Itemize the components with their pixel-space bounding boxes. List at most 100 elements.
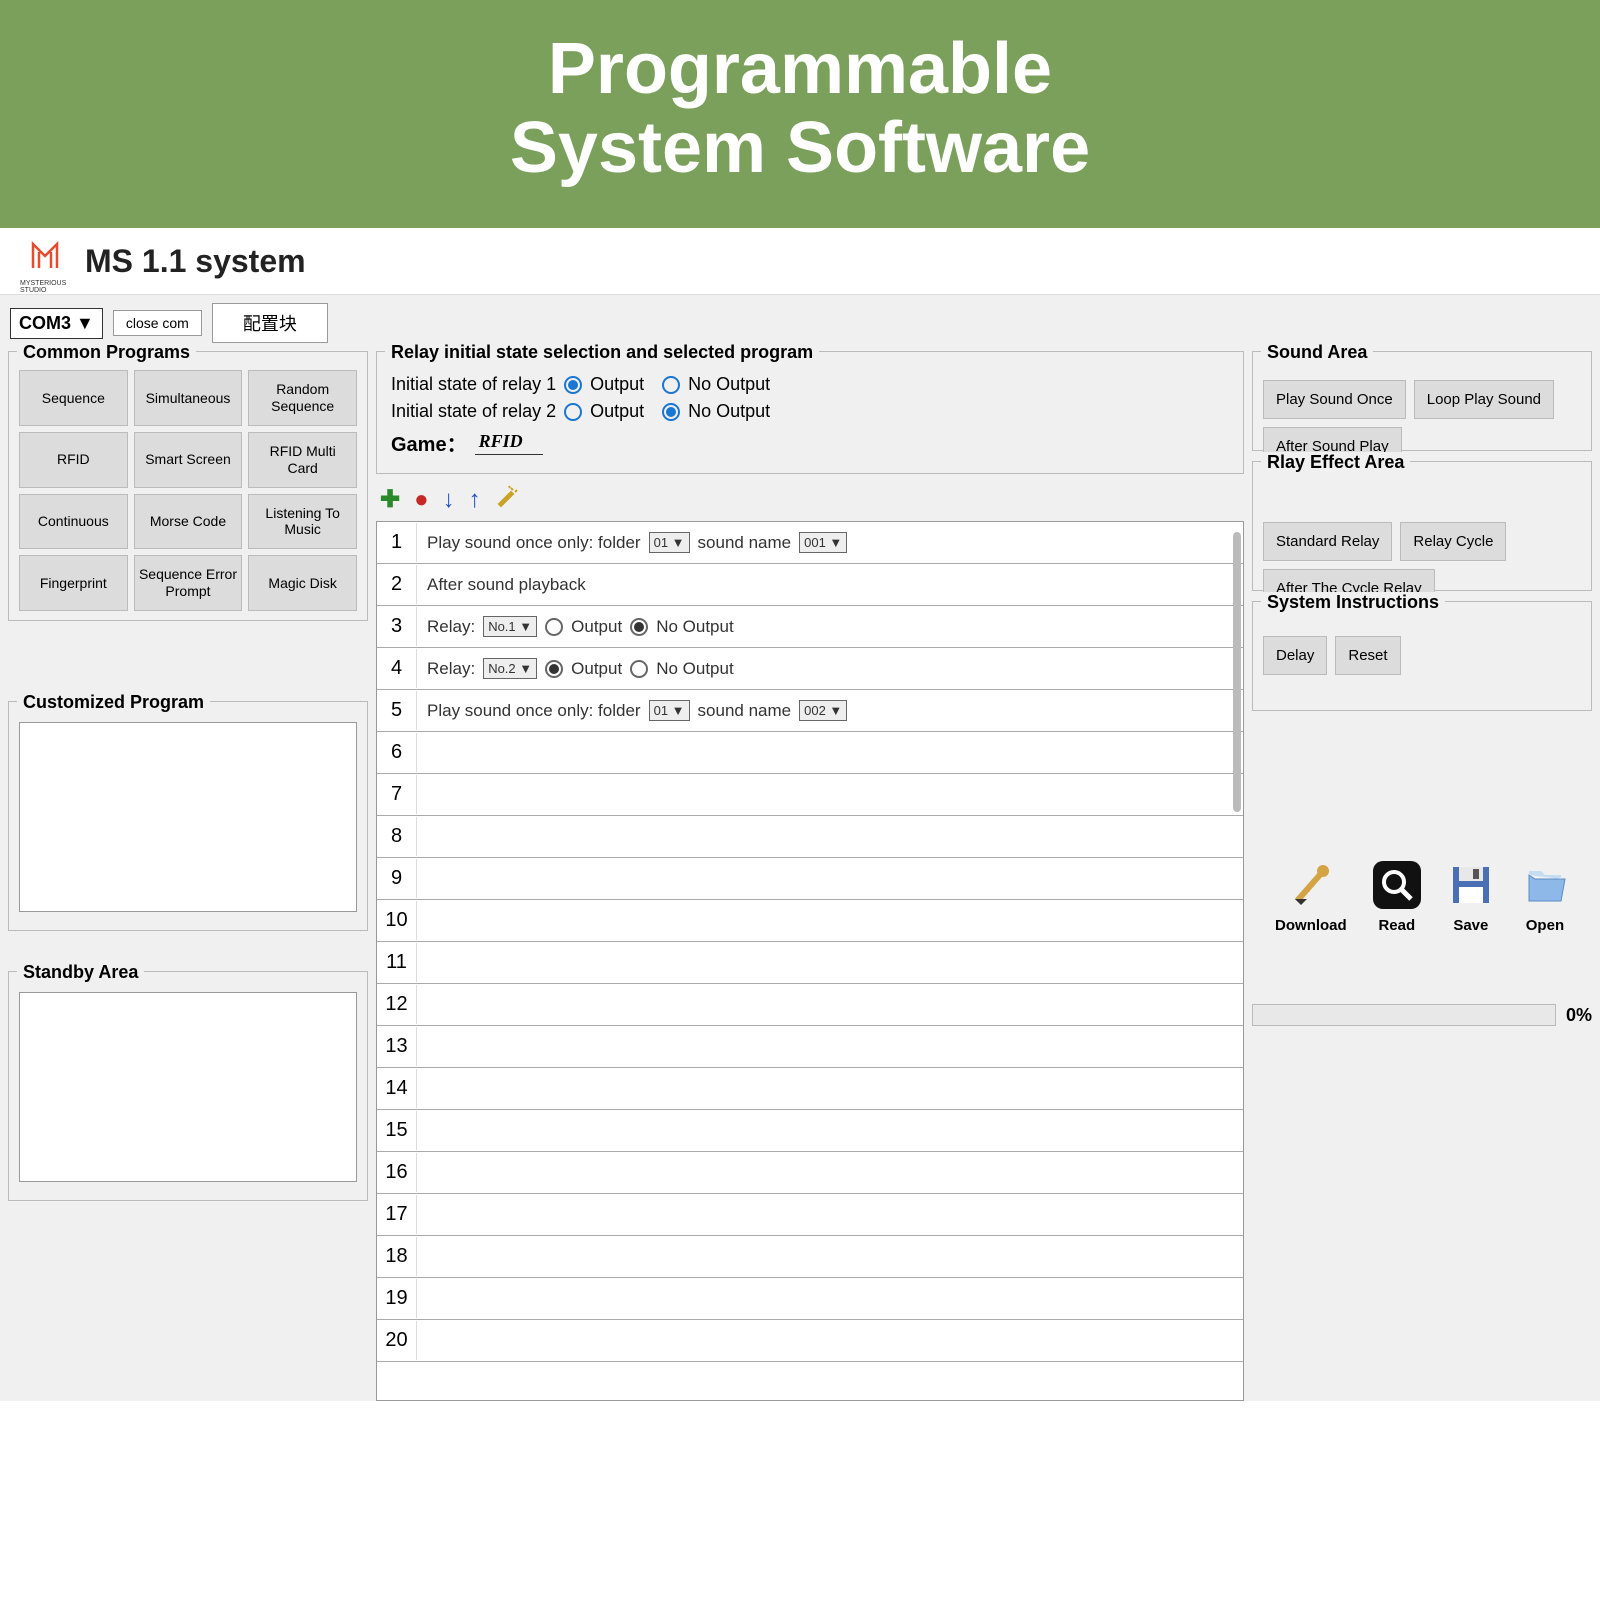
download-label: Download: [1275, 917, 1347, 934]
app-title: MS 1.1 system: [85, 243, 306, 280]
step-row-5[interactable]: 5Play sound once only: folder 01 ▼ sound…: [377, 690, 1243, 732]
step-content: [417, 1039, 1243, 1055]
sound-area-title: Sound Area: [1261, 342, 1373, 363]
relay2-nooutput-label: No Output: [688, 401, 770, 422]
game-label: Game：: [391, 428, 467, 457]
close-com-button[interactable]: close com: [113, 310, 202, 336]
program-button-0[interactable]: Sequence: [19, 370, 128, 426]
step-num: 6: [377, 733, 417, 772]
step-row-4[interactable]: 4Relay: No.2 ▼ Output No Output: [377, 648, 1243, 690]
move-up-icon[interactable]: ↑: [469, 486, 481, 514]
step-row-8[interactable]: 8: [377, 816, 1243, 858]
relay1-nooutput-radio[interactable]: [662, 376, 680, 394]
sound-btn-1[interactable]: Loop Play Sound: [1414, 380, 1554, 419]
step-row-1[interactable]: 1Play sound once only: folder 01 ▼ sound…: [377, 522, 1243, 564]
step-row-17[interactable]: 17: [377, 1194, 1243, 1236]
step-row-16[interactable]: 16: [377, 1152, 1243, 1194]
step-num: 11: [377, 943, 417, 982]
step-row-20[interactable]: 20: [377, 1320, 1243, 1362]
step-row-11[interactable]: 11: [377, 942, 1243, 984]
program-button-11[interactable]: Magic Disk: [248, 555, 357, 611]
step-num: 7: [377, 775, 417, 814]
save-button[interactable]: Save: [1447, 861, 1495, 934]
step-num: 16: [377, 1153, 417, 1192]
folder-select[interactable]: 01 ▼: [649, 700, 690, 721]
step-table[interactable]: 1Play sound once only: folder 01 ▼ sound…: [376, 521, 1244, 1401]
step-row-19[interactable]: 19: [377, 1278, 1243, 1320]
step-toolbar: ✚ ● ↓ ↑: [376, 478, 1244, 521]
step-row-12[interactable]: 12: [377, 984, 1243, 1026]
sound-select[interactable]: 002 ▼: [799, 700, 847, 721]
step-num: 20: [377, 1321, 417, 1360]
step-num: 5: [377, 691, 417, 730]
config-button[interactable]: 配置块: [212, 303, 328, 343]
standby-area-box[interactable]: [19, 992, 357, 1182]
remove-icon[interactable]: ●: [414, 486, 429, 514]
download-button[interactable]: Download: [1275, 861, 1347, 934]
step-content: [417, 871, 1243, 887]
open-button[interactable]: Open: [1521, 861, 1569, 934]
folder-select[interactable]: 01 ▼: [649, 532, 690, 553]
relay1-row: Initial state of relay 1 Output No Outpu…: [391, 374, 1229, 395]
sys-instr-btn-0[interactable]: Delay: [1263, 636, 1327, 675]
program-button-7[interactable]: Morse Code: [134, 494, 243, 550]
step-row-13[interactable]: 13: [377, 1026, 1243, 1068]
step-row-7[interactable]: 7: [377, 774, 1243, 816]
program-button-4[interactable]: Smart Screen: [134, 432, 243, 488]
step-row-6[interactable]: 6: [377, 732, 1243, 774]
read-button[interactable]: Read: [1373, 861, 1421, 934]
step-row-10[interactable]: 10: [377, 900, 1243, 942]
relay2-nooutput-radio[interactable]: [662, 403, 680, 421]
program-button-3[interactable]: RFID: [19, 432, 128, 488]
step-content: [417, 829, 1243, 845]
add-icon[interactable]: ✚: [380, 485, 400, 514]
step-row-14[interactable]: 14: [377, 1068, 1243, 1110]
customized-program-title: Customized Program: [17, 692, 210, 713]
right-column: Sound Area Play Sound OnceLoop Play Soun…: [1252, 351, 1592, 1401]
sound-select[interactable]: 001 ▼: [799, 532, 847, 553]
program-button-2[interactable]: Random Sequence: [248, 370, 357, 426]
scrollbar[interactable]: [1233, 532, 1241, 812]
relay-effect-btn-1[interactable]: Relay Cycle: [1400, 522, 1506, 561]
customized-program-panel: Customized Program: [8, 701, 368, 931]
program-button-5[interactable]: RFID Multi Card: [248, 432, 357, 488]
download-icon: [1287, 861, 1335, 909]
common-programs-title: Common Programs: [17, 342, 196, 363]
program-button-6[interactable]: Continuous: [19, 494, 128, 550]
com-select[interactable]: COM3 ▼: [10, 308, 103, 339]
customized-program-area[interactable]: [19, 722, 357, 912]
relay-select[interactable]: No.1 ▼: [483, 616, 537, 637]
relay1-output-radio[interactable]: [564, 376, 582, 394]
relay-effect-btn-0[interactable]: Standard Relay: [1263, 522, 1392, 561]
wand-icon[interactable]: [495, 484, 519, 515]
program-button-1[interactable]: Simultaneous: [134, 370, 243, 426]
sys-instr-btn-1[interactable]: Reset: [1335, 636, 1400, 675]
row4-nooutput-radio[interactable]: [630, 660, 648, 678]
relay2-output-radio[interactable]: [564, 403, 582, 421]
relay-select[interactable]: No.2 ▼: [483, 658, 537, 679]
standby-area-panel: Standby Area: [8, 971, 368, 1201]
program-button-8[interactable]: Listening To Music: [248, 494, 357, 550]
move-down-icon[interactable]: ↓: [443, 486, 455, 514]
row4-output-radio[interactable]: [545, 660, 563, 678]
relay-panel-title: Relay initial state selection and select…: [385, 342, 819, 363]
game-value[interactable]: RFID: [475, 431, 543, 455]
relay2-label: Initial state of relay 2: [391, 401, 556, 422]
sound-btn-0[interactable]: Play Sound Once: [1263, 380, 1406, 419]
row3-nooutput-radio[interactable]: [630, 618, 648, 636]
step-num: 2: [377, 565, 417, 604]
step-content: Play sound once only: folder 01 ▼ sound …: [417, 692, 1243, 729]
step-row-18[interactable]: 18: [377, 1236, 1243, 1278]
step-row-15[interactable]: 15: [377, 1110, 1243, 1152]
step-content: Relay: No.1 ▼ Output No Output: [417, 608, 1243, 645]
step-num: 8: [377, 817, 417, 856]
step-row-3[interactable]: 3Relay: No.1 ▼ Output No Output: [377, 606, 1243, 648]
row3-output-radio[interactable]: [545, 618, 563, 636]
progress-bar: [1252, 1004, 1556, 1026]
sys-buttons-row: DelayReset: [1263, 636, 1581, 675]
program-button-9[interactable]: Fingerprint: [19, 555, 128, 611]
step-content: [417, 1123, 1243, 1139]
step-row-2[interactable]: 2After sound playback: [377, 564, 1243, 606]
step-row-9[interactable]: 9: [377, 858, 1243, 900]
program-button-10[interactable]: Sequence Error Prompt: [134, 555, 243, 611]
